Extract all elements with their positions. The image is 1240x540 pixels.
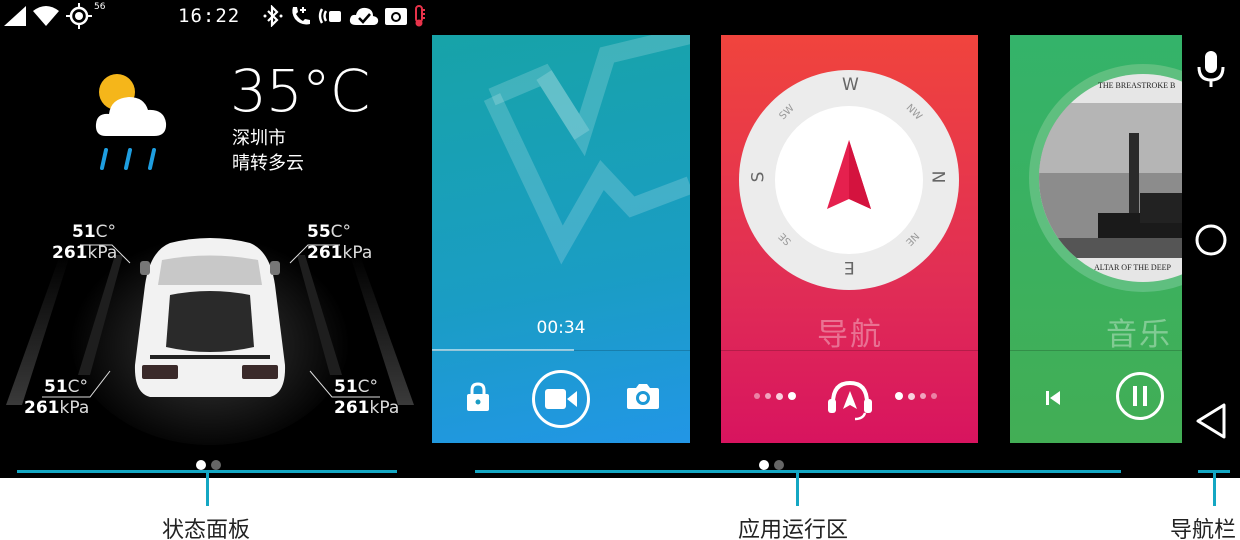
partly-cloudy-rain-icon bbox=[95, 74, 167, 170]
status-bar-left: 56 bbox=[4, 0, 105, 32]
tire-pressure-unit: kPa bbox=[59, 398, 90, 418]
signal-strength-value: 56 bbox=[94, 2, 106, 12]
status-bar-right bbox=[262, 0, 425, 32]
tire-pressure: 261 bbox=[334, 398, 370, 418]
nav-dots-right bbox=[895, 392, 937, 400]
video-record-icon bbox=[545, 389, 577, 409]
navigation-card[interactable]: W NW N NE E SE S SW 导航 bbox=[721, 35, 978, 443]
navigation-label: 导航 bbox=[817, 317, 883, 353]
navigate-button[interactable] bbox=[825, 373, 875, 423]
tire-temp-unit: C° bbox=[95, 222, 117, 242]
app-area-caption: 应用运行区 bbox=[738, 518, 849, 540]
tire-front-right: 55C° 261kPa bbox=[307, 222, 372, 264]
wifi-icon bbox=[33, 6, 59, 26]
tire-pressure-unit: kPa bbox=[369, 398, 400, 418]
nfc-icon bbox=[318, 8, 341, 24]
temperature: 35°C bbox=[230, 57, 370, 125]
music-label: 音乐 bbox=[1106, 317, 1172, 353]
recording-time: 00:34 bbox=[536, 318, 586, 338]
snapshot-button[interactable] bbox=[625, 379, 661, 413]
nav-dots-left bbox=[754, 392, 796, 400]
album-text-top: THE BREASTROKE B bbox=[1098, 81, 1176, 90]
tire-pressure-unit: kPa bbox=[342, 243, 373, 263]
tire-temp-unit: C° bbox=[330, 222, 352, 242]
cloud-check-icon bbox=[349, 7, 379, 25]
pause-icon bbox=[1133, 386, 1147, 406]
thermometer-icon bbox=[415, 5, 425, 27]
compass-label-e: E bbox=[844, 257, 855, 277]
compass-label-n: N bbox=[927, 170, 948, 184]
tire-rear-right: 51C° 261kPa bbox=[334, 377, 399, 419]
record-button[interactable] bbox=[532, 370, 590, 428]
status-panel-bracket-stem bbox=[206, 470, 209, 506]
status-panel-pager[interactable] bbox=[196, 460, 221, 470]
dashcam-logo-icon bbox=[483, 35, 690, 265]
compass-label-w: W bbox=[842, 75, 859, 95]
camera-icon bbox=[385, 8, 407, 25]
tire-pressure: 261 bbox=[52, 243, 88, 263]
album-art bbox=[1029, 64, 1182, 292]
dashcam-card[interactable]: 00:34 bbox=[432, 35, 690, 443]
album-text-bottom: ALTAR OF THE DEEP bbox=[1094, 263, 1171, 272]
previous-track-button[interactable] bbox=[1040, 385, 1066, 411]
status-panel-caption: 状态面板 bbox=[162, 518, 251, 540]
tire-temp: 51 bbox=[44, 377, 68, 397]
pager-dot[interactable] bbox=[211, 460, 221, 470]
clock: 16:22 bbox=[178, 5, 241, 27]
compass-label-s: S bbox=[748, 171, 769, 183]
tire-temp: 51 bbox=[334, 377, 358, 397]
tire-pressure-unit: kPa bbox=[87, 243, 118, 263]
car-screen: 56 16:22 35°C 深圳市 晴转多云 51C° 261kPa 55C° … bbox=[0, 0, 1240, 478]
pause-button[interactable] bbox=[1116, 372, 1164, 420]
home-button[interactable] bbox=[1190, 219, 1232, 261]
pager-dot-active[interactable] bbox=[196, 460, 206, 470]
tire-front-left: 51C° 261kPa bbox=[52, 222, 117, 264]
tire-temp: 51 bbox=[72, 222, 96, 242]
city-name: 深圳市 bbox=[232, 128, 286, 149]
tire-temp-unit: C° bbox=[357, 377, 379, 397]
tire-pressure: 261 bbox=[307, 243, 343, 263]
tire-temp-unit: C° bbox=[67, 377, 89, 397]
recording-progress-bar bbox=[432, 349, 574, 351]
camera-icon bbox=[627, 384, 659, 409]
app-area-pager[interactable] bbox=[759, 460, 784, 470]
nav-bar-bracket-stem bbox=[1213, 470, 1216, 506]
bluetooth-icon bbox=[263, 5, 283, 27]
home-circle-icon bbox=[1195, 224, 1227, 256]
cellular-signal-icon bbox=[4, 6, 26, 26]
previous-icon bbox=[1046, 391, 1060, 405]
tire-pressure: 261 bbox=[24, 398, 60, 418]
gps-icon bbox=[66, 3, 92, 29]
voice-button[interactable] bbox=[1190, 48, 1232, 90]
nav-bar-caption: 导航栏 bbox=[1170, 518, 1237, 540]
app-area-bracket-stem bbox=[796, 470, 799, 506]
microphone-icon bbox=[1197, 51, 1225, 87]
tire-temp: 55 bbox=[307, 222, 331, 242]
pager-dot[interactable] bbox=[774, 460, 784, 470]
lock-button[interactable] bbox=[462, 379, 494, 415]
weather-condition: 晴转多云 bbox=[232, 153, 304, 174]
card-divider bbox=[1010, 350, 1182, 351]
lock-icon bbox=[467, 382, 489, 411]
navigate-headset-icon bbox=[828, 380, 872, 421]
pager-dot-active[interactable] bbox=[759, 460, 769, 470]
back-triangle-icon bbox=[1196, 403, 1226, 439]
card-divider bbox=[721, 350, 978, 351]
music-card[interactable]: THE BREASTROKE B ALTAR OF THE DEEP 音乐 bbox=[1010, 35, 1182, 443]
tire-rear-left: 51C° 261kPa bbox=[24, 377, 89, 419]
phone-call-icon bbox=[292, 7, 310, 25]
back-button[interactable] bbox=[1190, 400, 1232, 442]
